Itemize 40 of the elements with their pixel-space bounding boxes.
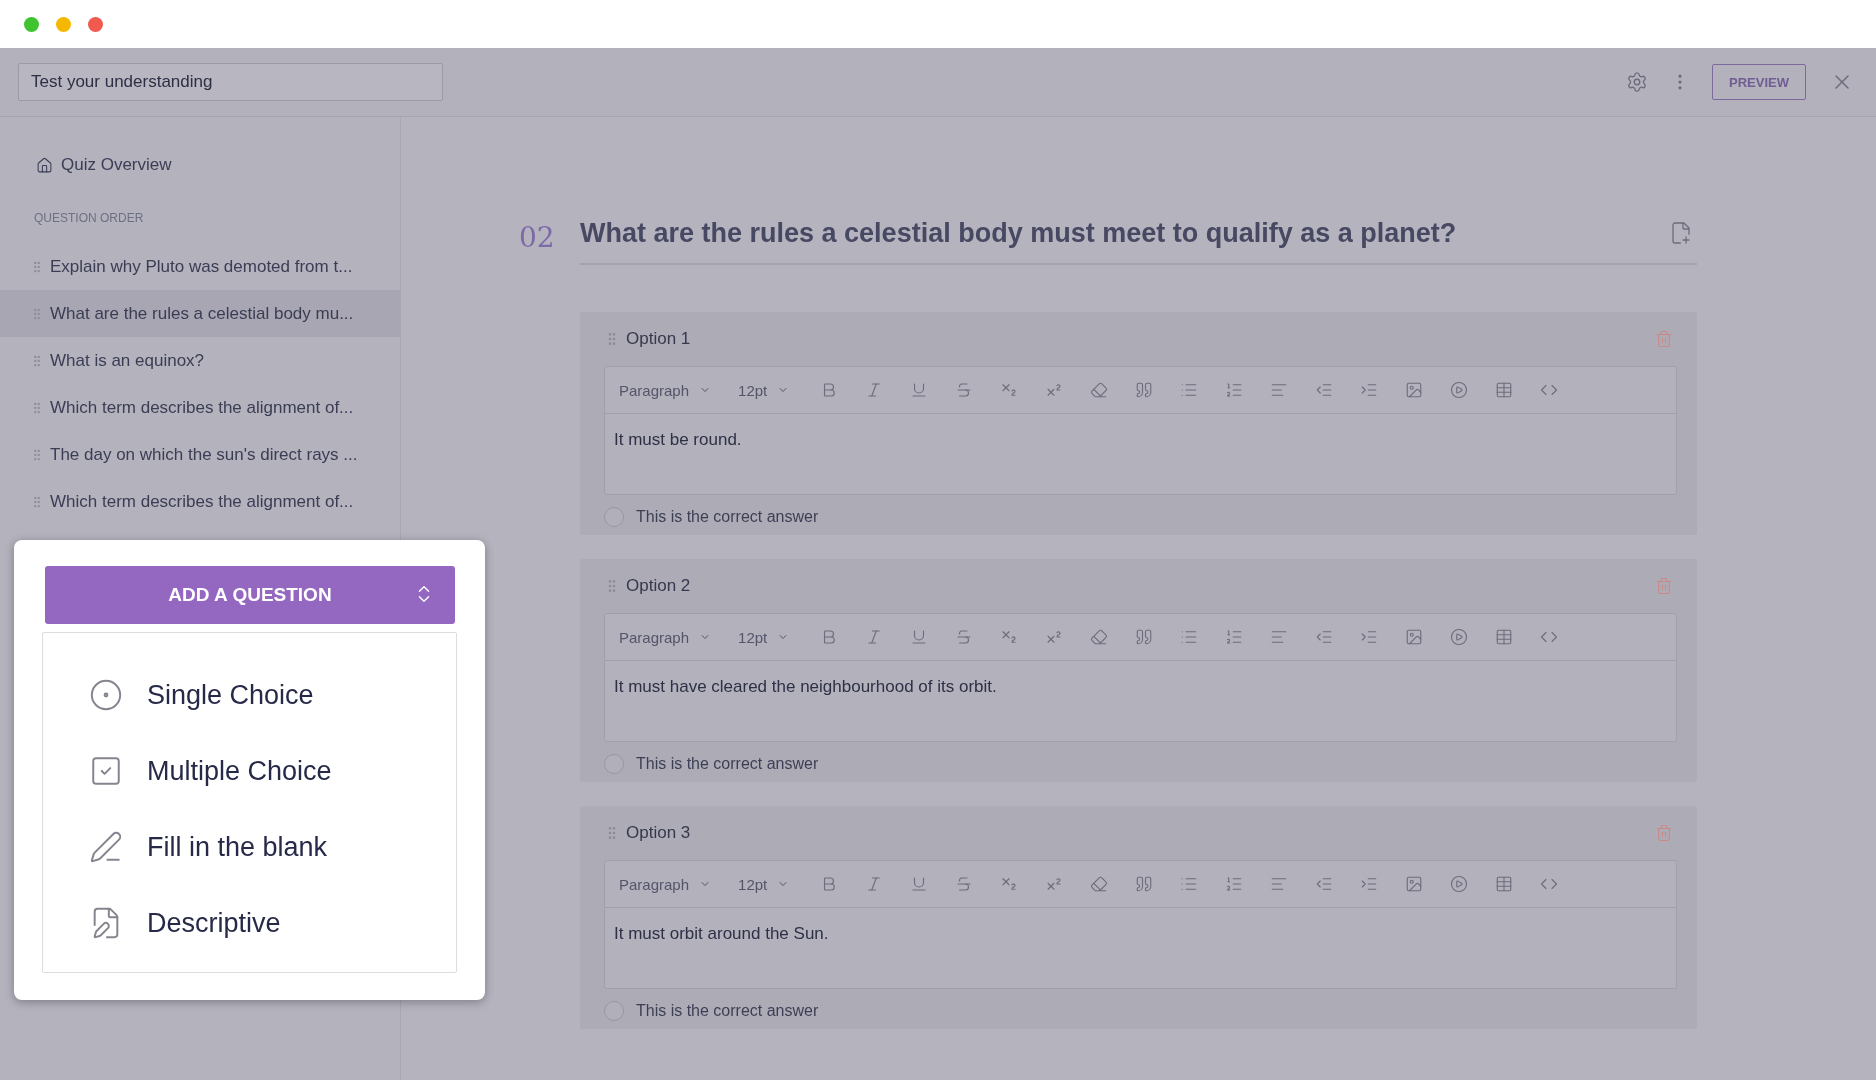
preview-button[interactable]: PREVIEW [1712, 64, 1806, 100]
checkbox-icon [89, 754, 123, 788]
add-question-button[interactable]: ADD A QUESTION [45, 566, 455, 624]
home-icon [36, 156, 53, 174]
section-label: QUESTION ORDER [34, 211, 145, 225]
window-maximize-button[interactable] [24, 16, 39, 32]
paragraph-dropdown[interactable]: Paragraph [619, 381, 712, 399]
window-close-button[interactable] [88, 16, 103, 32]
question-type-item[interactable]: Multiple Choice [89, 733, 456, 809]
paragraph-dropdown[interactable]: Paragraph [619, 628, 712, 646]
option-label: Option 2 [626, 576, 691, 596]
quiz-title-field[interactable]: Test your understanding [18, 63, 443, 101]
radio-circle[interactable] [604, 754, 624, 774]
pencil-icon [89, 830, 123, 864]
font-size-dropdown[interactable]: 12pt [738, 875, 790, 893]
question-type-item[interactable]: Fill in the blank [89, 809, 456, 885]
option-label: Option 1 [626, 329, 691, 349]
radio-circle[interactable] [604, 507, 624, 527]
paragraph-dropdown[interactable]: Paragraph [619, 875, 712, 893]
answer-text: It must orbit around the Sun. [613, 923, 830, 945]
window-minimize-button[interactable] [56, 16, 71, 32]
font-size-dropdown[interactable]: 12pt [738, 628, 790, 646]
question-title: What are the rules a celestial body must meet to qualify as a planet? [580, 217, 1457, 249]
option-label: Option 3 [626, 823, 691, 843]
rich-text-editor[interactable]: Paragraph 12pt It must have cleared the neighbourhood of its orbit. [604, 613, 1677, 742]
correct-answer-radio[interactable]: This is the correct answer [604, 507, 819, 527]
radio-icon [89, 678, 123, 712]
question-number: 02 [519, 220, 556, 254]
rich-text-editor[interactable]: Paragraph 12pt It must be round. [604, 366, 1677, 495]
radio-circle[interactable] [604, 1001, 624, 1021]
answer-text: It must be round. [613, 429, 743, 451]
rich-text-editor[interactable]: Paragraph 12pt It must orbit around the Sun. [604, 860, 1677, 989]
font-size-dropdown[interactable]: 12pt [738, 381, 790, 399]
correct-answer-radio[interactable]: This is the correct answer [604, 754, 819, 774]
question-list-item[interactable]: What are the rules a celestial body mu... [0, 290, 400, 337]
quiz-overview-link[interactable]: Quiz Overview [36, 155, 172, 175]
correct-answer-radio[interactable]: This is the correct answer [604, 1001, 819, 1021]
question-type-item[interactable]: Descriptive [89, 885, 456, 961]
answer-text: It must have cleared the neighbourhood of its orbit. [613, 676, 998, 698]
question-type-item[interactable]: Single Choice [89, 657, 456, 733]
